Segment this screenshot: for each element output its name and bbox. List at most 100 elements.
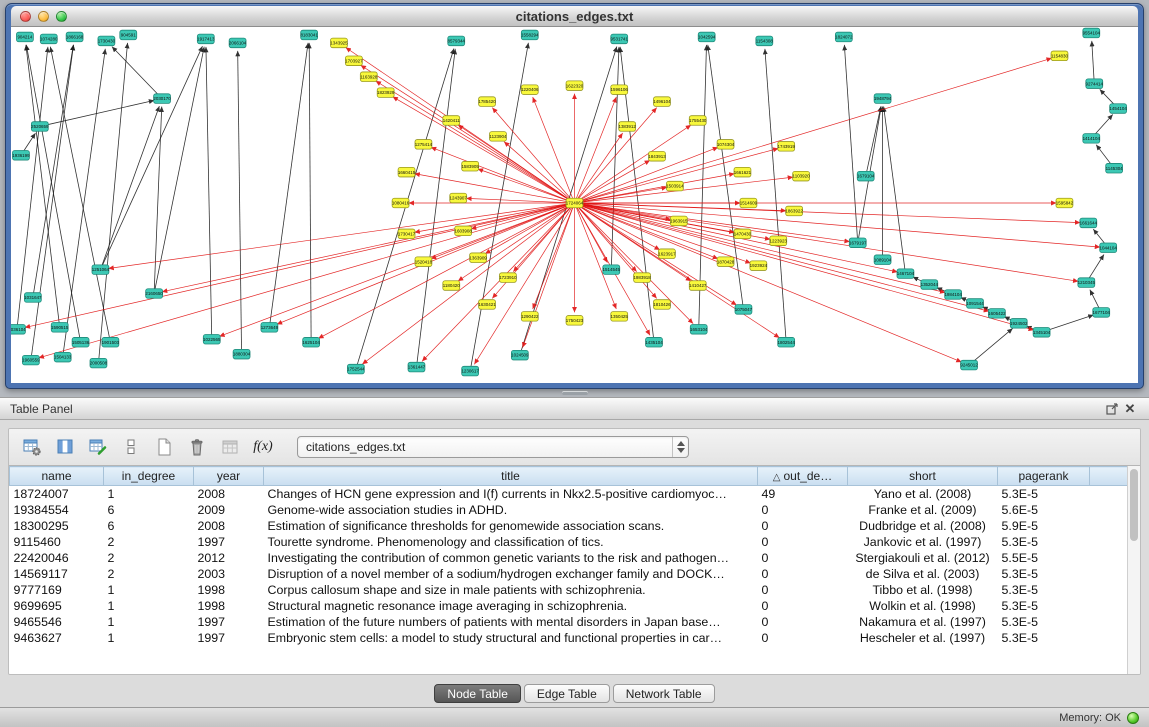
graph-node[interactable]: 1251064	[92, 265, 110, 275]
vertical-scrollbar[interactable]	[1127, 466, 1140, 674]
cell-short[interactable]: Tibbo et al. (1998)	[848, 582, 998, 598]
graph-node[interactable]: 1145304	[1106, 163, 1124, 173]
graph-node[interactable]: 8579344	[448, 36, 466, 46]
graph-edge[interactable]	[513, 203, 574, 272]
cell-short[interactable]: Dudbridge et al. (2008)	[848, 518, 998, 534]
cell-in_degree[interactable]: 1	[104, 598, 194, 614]
cell-name[interactable]: 22420046	[10, 550, 104, 566]
graph-edge[interactable]	[523, 203, 575, 348]
graph-node[interactable]: 1843913	[648, 152, 666, 162]
graph-node[interactable]: 1870428	[717, 257, 735, 267]
graph-edge[interactable]	[575, 203, 617, 309]
cell-name[interactable]: 9699695	[10, 598, 104, 614]
graph-edge[interactable]	[765, 49, 786, 342]
graph-node[interactable]: 1963915	[670, 216, 688, 226]
table-row[interactable]: 1456911722003Disruption of a novel membe…	[10, 566, 1140, 582]
graph-edge[interactable]	[33, 45, 73, 298]
graph-edge[interactable]	[154, 47, 204, 294]
graph-node[interactable]: 1630421	[478, 300, 496, 310]
delete-table-icon[interactable]	[184, 434, 210, 460]
graph-node[interactable]: 1154830	[1051, 51, 1069, 61]
cell-short[interactable]: Franke et al. (2009)	[848, 502, 998, 518]
graph-node[interactable]: 1435104	[645, 337, 663, 347]
cell-year[interactable]: 2009	[194, 502, 264, 518]
cell-out_degree[interactable]: 0	[758, 534, 848, 550]
cell-pagerank[interactable]: 5.3E-5	[998, 566, 1090, 582]
graph-edge[interactable]	[39, 203, 575, 358]
graph-node[interactable]: 1230617	[461, 366, 479, 376]
graph-node[interactable]: 1343925	[330, 38, 348, 48]
import-table-icon[interactable]	[85, 434, 111, 460]
graph-edge[interactable]	[238, 51, 242, 354]
column-header-name[interactable]: name	[10, 467, 104, 486]
graph-edge[interactable]	[611, 47, 619, 270]
graph-edge[interactable]	[884, 106, 906, 273]
graph-node[interactable]: 1743919	[777, 142, 795, 152]
graph-node[interactable]: 1074304	[717, 140, 735, 150]
graph-node[interactable]: 1154308	[756, 36, 774, 46]
graph-edge[interactable]	[575, 203, 1079, 281]
graph-node[interactable]: 9531741	[611, 34, 629, 44]
cell-title[interactable]: Disruption of a novel member of a sodium…	[264, 566, 758, 582]
graph-edge[interactable]	[969, 328, 1013, 365]
row-height-icon[interactable]	[118, 434, 144, 460]
cell-short[interactable]: Stergiakouli et al. (2012)	[848, 550, 998, 566]
graph-node[interactable]: 1785420	[478, 97, 496, 107]
graph-node[interactable]: 1730417	[398, 229, 416, 239]
network-graph[interactable]: 1724064151460916616211074304175543014961…	[11, 27, 1138, 383]
graph-edge[interactable]	[575, 203, 990, 311]
function-builder-icon[interactable]: f(x)	[250, 434, 276, 460]
graph-node[interactable]: 1410427	[689, 281, 707, 291]
table-settings-icon[interactable]	[19, 434, 45, 460]
cell-title[interactable]: Corpus callosum shape and size in male p…	[264, 582, 758, 598]
graph-node[interactable]: 9245012	[960, 360, 978, 370]
cell-year[interactable]: 1997	[194, 614, 264, 630]
graph-node[interactable]: 1679197	[849, 238, 867, 248]
cell-short[interactable]: de Silva et al. (2003)	[848, 566, 998, 582]
cell-year[interactable]: 2008	[194, 518, 264, 534]
cell-pagerank[interactable]: 5.3E-5	[998, 534, 1090, 550]
graph-node[interactable]: 1653104	[690, 325, 708, 335]
graph-node[interactable]: 1984104	[944, 290, 962, 300]
cell-out_degree[interactable]: 0	[758, 518, 848, 534]
graph-node[interactable]: 1703927	[345, 56, 363, 66]
graph-edge[interactable]	[866, 106, 881, 176]
cell-in_degree[interactable]: 2	[104, 566, 194, 582]
graph-node[interactable]: 1220406	[521, 85, 539, 95]
cell-name[interactable]: 14569117	[10, 566, 104, 582]
graph-node[interactable]: 1383912	[618, 122, 636, 132]
combo-stepper-icon[interactable]	[672, 437, 688, 457]
graph-node[interactable]: 1504133	[54, 352, 72, 362]
cell-pagerank[interactable]: 5.3E-5	[998, 582, 1090, 598]
graph-edge[interactable]	[206, 47, 212, 339]
cell-year[interactable]: 2003	[194, 566, 264, 582]
graph-node[interactable]: 1623917	[658, 249, 676, 259]
graph-edge[interactable]	[1092, 41, 1095, 84]
graph-node[interactable]: 1724064	[566, 198, 584, 208]
column-visibility-icon[interactable]	[52, 434, 78, 460]
table-row[interactable]: 2242004622012Investigating the contribut…	[10, 550, 1140, 566]
graph-edge[interactable]	[98, 43, 127, 363]
cell-short[interactable]: Hescheler et al. (1997)	[848, 630, 998, 646]
graph-edge[interactable]	[575, 174, 735, 203]
tab-node-table[interactable]: Node Table	[434, 684, 521, 703]
cell-pagerank[interactable]: 5.3E-5	[998, 486, 1090, 502]
graph-node[interactable]: 1514609	[740, 198, 758, 208]
graph-node[interactable]: 1243907	[450, 193, 468, 203]
cell-short[interactable]: Wolkin et al. (1998)	[848, 598, 998, 614]
panel-splitter[interactable]	[0, 389, 1149, 397]
graph-edge[interactable]	[100, 106, 159, 270]
graph-edge[interactable]	[154, 107, 162, 294]
graph-node[interactable]: 1936199	[12, 151, 30, 161]
cell-year[interactable]: 1998	[194, 582, 264, 598]
cell-name[interactable]: 9465546	[10, 614, 104, 630]
column-header-pagerank[interactable]: pagerank	[998, 467, 1090, 486]
graph-edge[interactable]	[844, 45, 857, 243]
graph-edge[interactable]	[309, 43, 311, 342]
graph-edge[interactable]	[504, 142, 575, 203]
graph-node[interactable]: 1454104	[1109, 104, 1127, 114]
graph-node[interactable]: 9274414	[1086, 79, 1104, 89]
graph-node[interactable]: 1583905	[461, 161, 479, 171]
cell-title[interactable]: Changes of HCN gene expression and I(f) …	[264, 486, 758, 502]
graph-node[interactable]: 1661644	[1080, 218, 1098, 228]
